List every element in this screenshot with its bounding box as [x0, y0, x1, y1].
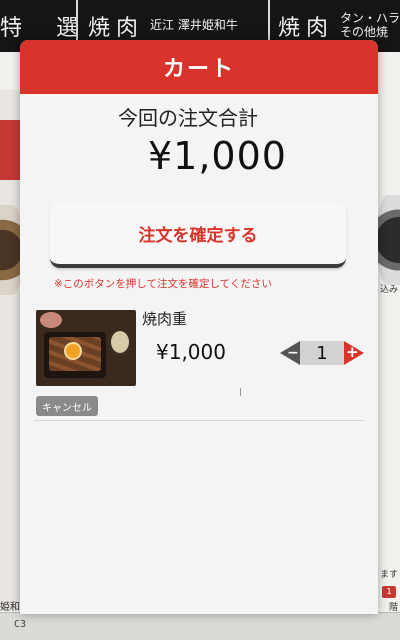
menu-left-label: 姫和 — [0, 602, 20, 613]
decrease-quantity-button[interactable]: − — [280, 341, 300, 365]
quantity-stepper: − 1 + — [280, 340, 364, 366]
scroll-indicator — [240, 388, 241, 396]
nav-tab-label: 焼肉 — [88, 16, 145, 41]
nav-tab-sublabel: 近江 澤井姫和牛 — [150, 18, 238, 33]
food-image-right — [376, 195, 400, 285]
item-price: ¥1,000 — [156, 340, 226, 364]
confirm-order-button[interactable]: 注文を確定する — [50, 202, 346, 268]
order-total-label: 今回の注文合計 — [118, 106, 258, 130]
cart-item: 焼肉重 ¥1,000 − 1 + キャンセル — [20, 300, 378, 428]
plus-icon: + — [346, 343, 359, 361]
nav-tab-sublabel: タン・ハラ その他焼 — [340, 11, 400, 39]
menu-left-accent — [0, 120, 20, 180]
item-name: 焼肉重 — [142, 310, 188, 328]
increase-quantity-button[interactable]: + — [344, 341, 364, 365]
cart-modal: カート 今回の注文合計 ¥1,000 注文を確定する ※このボタンを押して注文を… — [20, 40, 378, 614]
menu-right-text: ます — [379, 570, 398, 580]
cart-title: カート — [162, 57, 235, 82]
confirm-order-label: 注文を確定する — [138, 225, 258, 246]
menu-right-badge: 1 — [382, 586, 396, 598]
quantity-value: 1 — [300, 341, 344, 365]
item-divider — [34, 420, 364, 421]
confirm-note: ※このボタンを押して注文を確定してください — [54, 278, 272, 290]
cart-header: カート — [20, 40, 378, 94]
item-photo — [36, 310, 136, 386]
cancel-item-label: キャンセル — [42, 402, 92, 414]
nav-tab-label: 焼肉 — [278, 16, 335, 41]
menu-right-text: 込み — [379, 285, 398, 295]
photo-soup — [108, 328, 132, 356]
cancel-item-button[interactable]: キャンセル — [36, 396, 98, 416]
table-code: C3 — [14, 619, 27, 630]
photo-egg-yolk — [66, 344, 80, 358]
bottom-bar: C3 — [0, 612, 400, 640]
order-total-value: ¥1,000 — [148, 134, 287, 178]
photo-side-dish — [40, 312, 62, 328]
minus-icon: − — [287, 345, 299, 361]
nav-tab-label: 特 選 — [0, 16, 78, 41]
